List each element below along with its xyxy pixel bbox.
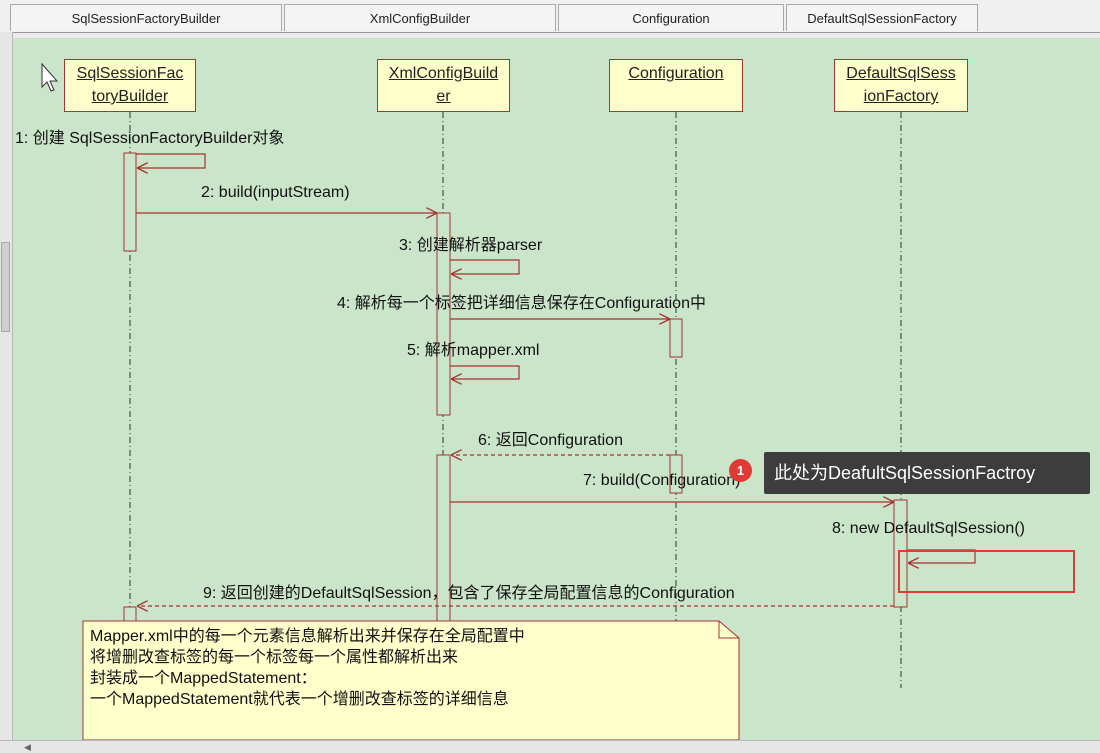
message-label-4: 4: 解析每一个标签把详细信息保存在Configuration中 [337,295,706,312]
message-label-1: 1: 创建 SqlSessionFactoryBuilder对象 [15,130,285,147]
highlight-rectangle [898,550,1075,593]
tab-sqlsessionfactorybuilder[interactable]: SqlSessionFactoryBuilder [10,4,282,31]
annotation-badge[interactable]: 1 [729,459,752,482]
vertical-scrollbar-thumb[interactable] [1,242,10,332]
message-label-8: 8: new DefaultSqlSession() [832,520,1025,537]
note-line: 一个MappedStatement就代表一个增删改查标签的详细信息 [90,691,509,708]
message-label-3: 3: 创建解析器parser [399,237,543,254]
message-label-6: 6: 返回Configuration [478,432,623,449]
note-text: Mapper.xml中的每一个元素信息解析出来并保存在全局配置中 将增删改查标签的… [90,626,525,710]
tab-configuration[interactable]: Configuration [558,4,784,31]
message-arrow-1 [136,153,206,168]
diagram-tab-bar: SqlSessionFactoryBuilder XmlConfigBuilde… [0,0,1100,33]
message-arrow-3 [450,259,520,274]
message-label-5: 5: 解析mapper.xml [407,342,540,359]
message-label-7: 7: build(Configuration) [583,472,741,489]
horizontal-scrollbar[interactable]: ◀ [0,740,1100,753]
note-line: 封装成一个MappedStatement： [90,670,317,687]
tab-defaultsqlsessionfactory[interactable]: DefaultSqlSessionFactory [786,4,978,31]
vertical-scrollbar[interactable] [0,32,13,740]
message-arrow-5 [450,365,520,379]
message-label-2: 2: build(inputStream) [201,184,350,201]
message-label-9: 9: 返回创建的DefaultSqlSession，包含了保存全局配置信息的Co… [203,585,735,602]
sequence-diagram-canvas: SqlSessionFac toryBuilder XmlConfigBuild… [13,38,1100,740]
activation-sqlsessionfactorybuilder [123,152,137,252]
annotation-tooltip: 此处为DeafultSqlSessionFactroy [764,452,1090,494]
mouse-cursor-icon [41,62,59,92]
tab-xmlconfigbuilder[interactable]: XmlConfigBuilder [284,4,556,31]
activation-configuration-1 [669,318,683,358]
note-line: 将增删改查标签的每一个标签每一个属性都解析出来 [90,649,459,666]
scroll-left-arrow-icon[interactable]: ◀ [24,742,31,753]
note-line: Mapper.xml中的每一个元素信息解析出来并保存在全局配置中 [90,628,525,645]
